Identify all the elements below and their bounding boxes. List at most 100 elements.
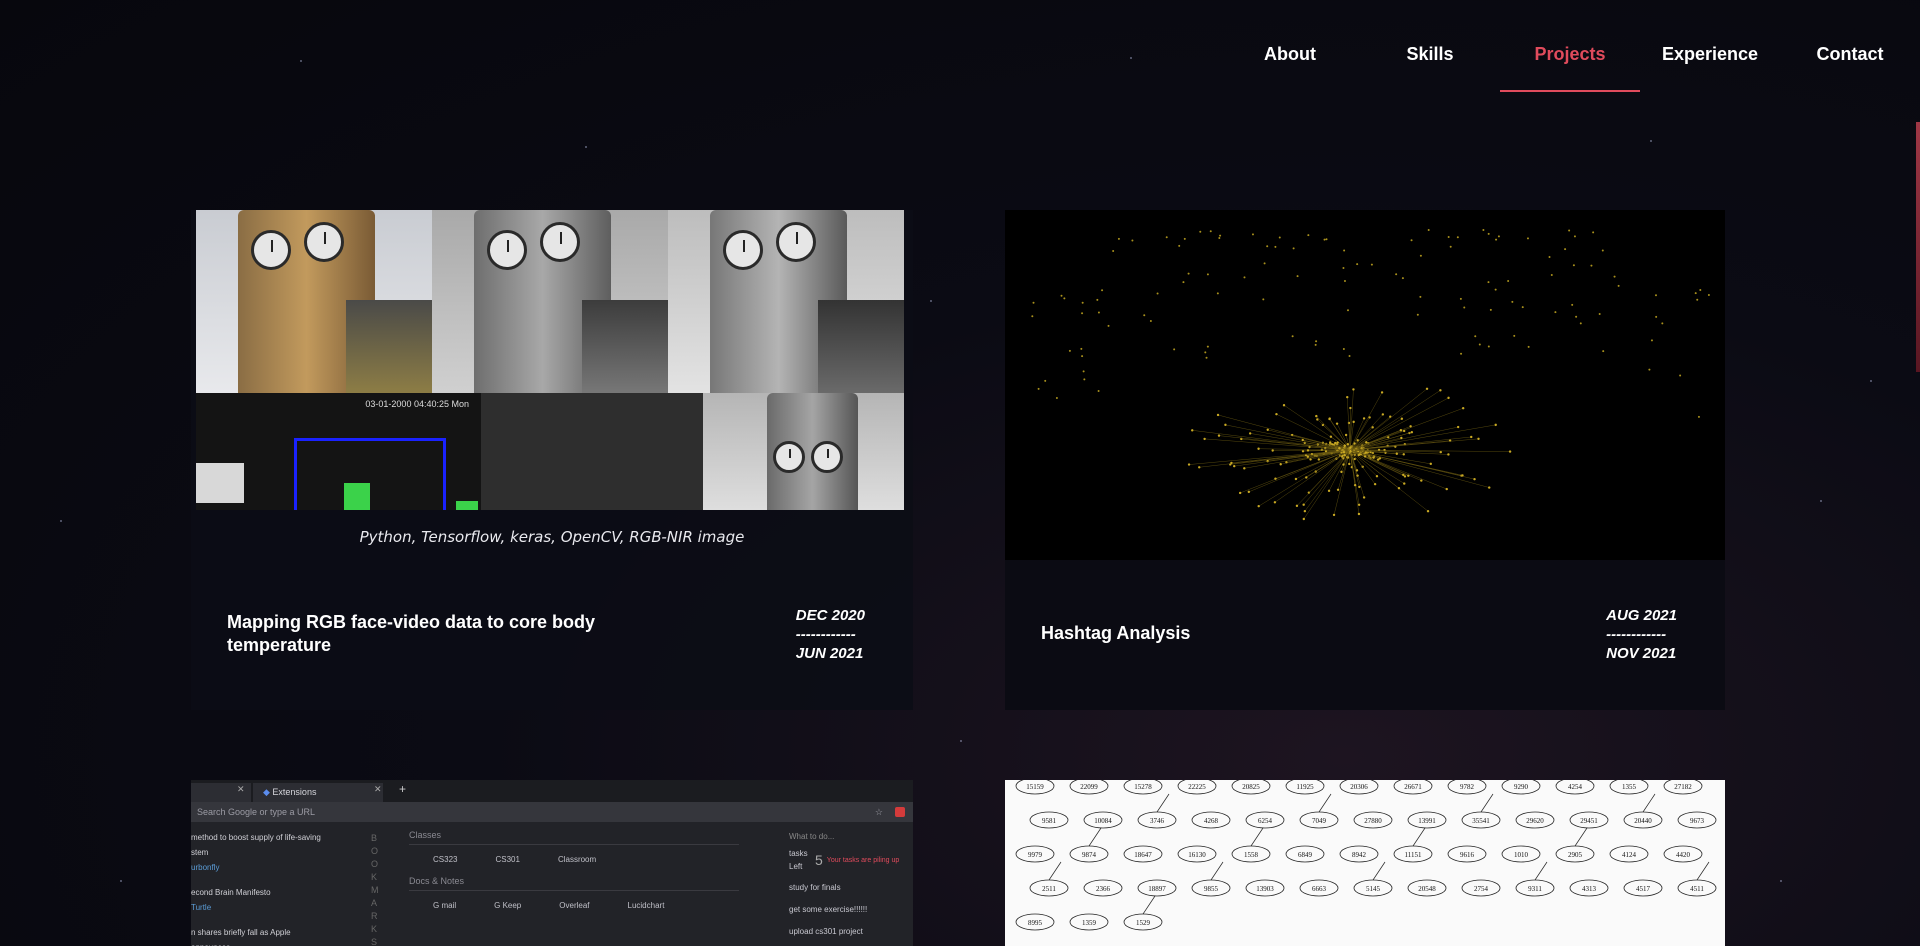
network-node [1508, 450, 1512, 453]
network-node [1332, 513, 1336, 517]
network-node [1303, 509, 1307, 513]
network-node [1395, 273, 1398, 276]
network-node [1187, 272, 1190, 275]
network-node [1590, 264, 1593, 267]
graph-edge [1142, 895, 1156, 915]
project-card-graph[interactable]: 15159 22099 15278 22225 20825 11925 20306 26671… [1005, 780, 1725, 946]
star-icon: ☆ [874, 807, 883, 817]
network-node [1410, 239, 1413, 242]
network-node [1263, 262, 1266, 265]
network-node [1278, 236, 1281, 239]
graph-node: 4313 [1569, 879, 1609, 897]
graph-node-label: 9290 [1514, 783, 1529, 791]
graph-node: 2905 [1555, 845, 1595, 863]
graph-node: 9874 [1069, 845, 1109, 863]
bookmark-link: Overleaf [559, 901, 590, 910]
network-node [1251, 233, 1254, 236]
network-node [1357, 503, 1361, 506]
bookmark-link: Classroom [557, 855, 597, 864]
graph-node: 11151 [1393, 845, 1433, 863]
project-tech-tags: Python, Tensorflow, keras, OpenCV, RGB-N… [359, 528, 745, 546]
network-node [1707, 294, 1710, 297]
network-node [1613, 275, 1616, 278]
network-node [1527, 345, 1530, 348]
network-node [1456, 236, 1459, 239]
network-node [1482, 229, 1485, 232]
network-node [1478, 343, 1481, 346]
graph-node-label: 27182 [1674, 783, 1692, 791]
network-node [1340, 470, 1343, 474]
project-card-browser-extension[interactable]: ✕ ◆ Extensions ✕ + Search Google or type… [191, 780, 913, 946]
project-card-hashtag-analysis[interactable]: Hashtag Analysis AUG 2021 ------------ N… [1005, 210, 1725, 710]
graph-edge [1574, 827, 1588, 847]
network-node [1292, 247, 1295, 250]
todo-alert: Your tasks are piling up [826, 856, 900, 864]
graph-node: 1529 [1123, 913, 1163, 931]
network-node [1679, 374, 1682, 377]
network-node [1230, 461, 1233, 465]
graph-node-label: 1529 [1136, 919, 1151, 927]
network-node [1336, 488, 1340, 492]
graph-node-label: 2754 [1474, 885, 1489, 893]
graph-node-label: 27880 [1364, 817, 1382, 825]
network-node [1348, 354, 1351, 357]
network-node [1343, 249, 1346, 252]
network-node [1204, 351, 1207, 354]
date-end: JUN 2021 [795, 645, 864, 662]
project-card-rgb-temperature[interactable]: 03-01-2000 04:40:25 Mon Python, Tensorfl… [191, 210, 913, 710]
network-node [1348, 462, 1351, 466]
graph-node-label: 4268 [1204, 817, 1219, 825]
graph-node: 2754 [1461, 879, 1501, 897]
network-node [1513, 334, 1516, 337]
network-node [1696, 298, 1699, 301]
graph-node: 2366 [1083, 879, 1123, 897]
network-node [1209, 230, 1212, 233]
graph-node: 8942 [1339, 845, 1379, 863]
graph-node-label: 4420 [1676, 851, 1691, 859]
nav-skills[interactable]: Skills [1360, 44, 1500, 90]
network-node [1233, 464, 1236, 468]
network-node [1461, 474, 1464, 477]
network-node [1329, 435, 1333, 438]
graph-node-label: 10084 [1094, 817, 1112, 825]
graph-diagram: 15159 22099 15278 22225 20825 11925 20306 26671… [1015, 780, 1717, 931]
network-node [1032, 301, 1035, 304]
graph-node-label: 13991 [1418, 817, 1436, 825]
graph-node-label: 20440 [1634, 817, 1652, 825]
network-node [1165, 236, 1168, 239]
nav-experience[interactable]: Experience [1640, 44, 1780, 90]
network-node [1302, 503, 1305, 506]
graph-node: 13903 [1245, 879, 1285, 897]
nav-about[interactable]: About [1220, 44, 1360, 90]
graph-edge [1534, 861, 1548, 881]
network-node [1473, 477, 1476, 481]
network-node [1447, 396, 1450, 400]
graph-node: 8995 [1015, 913, 1055, 931]
network-node [1224, 423, 1227, 427]
main-nav: About Skills Projects Experience Contact [1220, 44, 1920, 92]
graph-node-label: 4313 [1582, 885, 1597, 893]
browser-tabbar: ✕ ◆ Extensions ✕ + [191, 780, 913, 802]
network-edge [1349, 390, 1441, 451]
network-node [1460, 352, 1463, 355]
network-node [1081, 301, 1084, 304]
graph-node: 29451 [1569, 811, 1609, 829]
nav-contact[interactable]: Contact [1780, 44, 1920, 90]
network-visualization [1031, 229, 1710, 521]
todo-item: upload cs301 project [789, 927, 863, 936]
network-node [1407, 474, 1410, 477]
network-node [1356, 263, 1359, 266]
tasks-count: 5 [815, 851, 823, 868]
graph-node: 9855 [1191, 879, 1231, 897]
network-node [1395, 452, 1399, 455]
graph-node-label: 29620 [1526, 817, 1544, 825]
graph-node: 9782 [1447, 780, 1487, 795]
browser-address-bar: Search Google or type a URL ☆ [191, 802, 913, 822]
news-source: Turtle [191, 903, 212, 912]
scroll-indicator[interactable] [1916, 122, 1920, 372]
network-node [1400, 436, 1403, 440]
network-node [1697, 415, 1700, 418]
network-node [1262, 298, 1265, 301]
nav-projects[interactable]: Projects [1500, 44, 1640, 92]
graph-node-label: 9673 [1690, 817, 1705, 825]
